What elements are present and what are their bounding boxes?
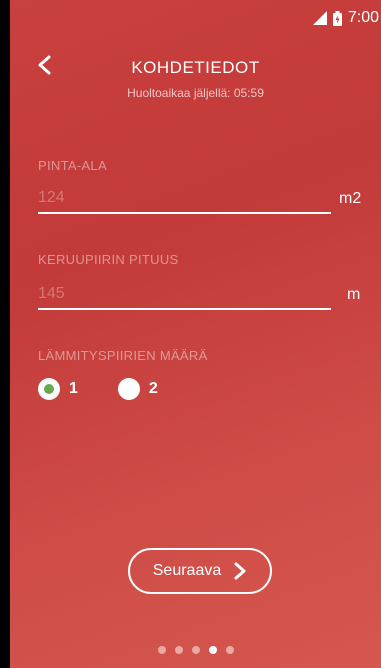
- radio-label: 2: [148, 380, 158, 397]
- status-bar: 7:00: [259, 0, 381, 36]
- page-indicator-dot[interactable]: [157, 646, 166, 654]
- radio-button[interactable]: [117, 378, 140, 400]
- loop-length-label: KERUUPIIRIN PITUUS: [38, 252, 179, 267]
- battery-icon: [332, 10, 342, 26]
- page-indicator-dot[interactable]: [191, 646, 200, 654]
- area-unit: m2: [339, 190, 362, 207]
- page-indicator-dot[interactable]: [225, 646, 234, 654]
- heating-circuits-radio-group: 1 2: [38, 378, 198, 400]
- radio-option-1[interactable]: 1: [38, 378, 78, 400]
- radio-label: 1: [69, 380, 78, 397]
- next-button[interactable]: Seuraava: [128, 548, 272, 594]
- area-input[interactable]: [38, 184, 331, 214]
- radio-button-selected[interactable]: [38, 378, 60, 400]
- service-time-remaining: Huoltoaikaa jäljellä: 05:59: [127, 86, 264, 100]
- status-time: 7:00: [347, 9, 379, 26]
- app-screen: 7:00 KOHDETIEDOT Huoltoaikaa jäljellä: 0…: [10, 0, 381, 668]
- loop-length-input[interactable]: [38, 280, 331, 310]
- heating-circuits-label: LÄMMITYSPIIRIEN MÄÄRÄ: [38, 348, 208, 363]
- area-label: PINTA-ALA: [38, 158, 107, 173]
- chevron-right-icon: [234, 562, 246, 580]
- radio-selected-dot: [44, 384, 54, 394]
- signal-icon: [312, 11, 327, 25]
- radio-option-2[interactable]: 2: [117, 378, 158, 400]
- next-button-label: Seuraava: [152, 562, 222, 579]
- page-indicator-dot-active[interactable]: [208, 646, 217, 654]
- loop-length-unit: m: [347, 286, 361, 303]
- page-title: KOHDETIEDOT: [131, 58, 260, 77]
- pagination-dots: [10, 646, 381, 654]
- page-indicator-dot[interactable]: [174, 646, 183, 654]
